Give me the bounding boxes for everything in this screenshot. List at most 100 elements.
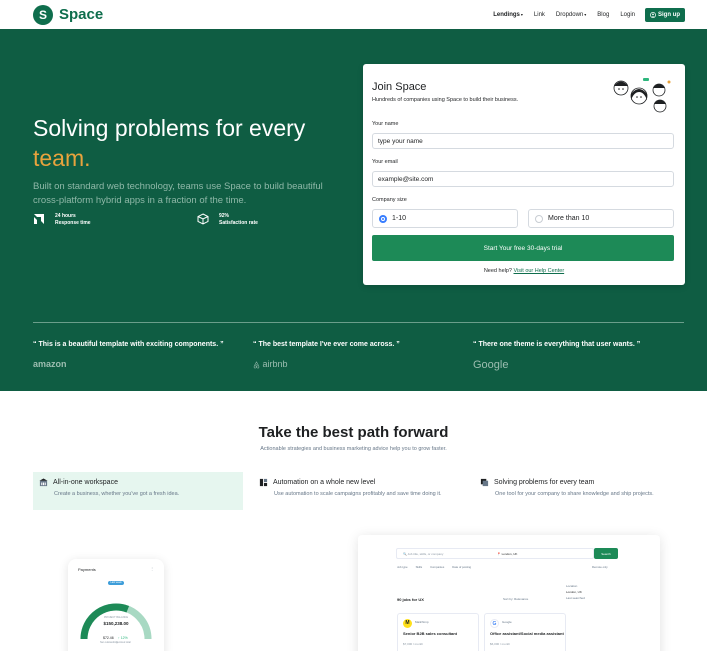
nav-link[interactable]: Link (534, 12, 545, 18)
stat-label: Satisfaction rate (219, 220, 258, 226)
job-salary: $6,000 / month (490, 642, 511, 646)
company-size-label: Company size (372, 197, 407, 203)
brand-logo[interactable]: S Space (33, 4, 104, 25)
signup-label: Sign up (658, 11, 680, 18)
stat-value: 92% (219, 213, 230, 219)
size-option-more-than-10[interactable]: More than 10 (528, 209, 674, 228)
feature-desc: One tool for your company to share knowl… (495, 491, 654, 497)
balance-amount: $150,238.00 (103, 621, 129, 626)
location-value: 📍 London, UK (497, 552, 518, 556)
search-button: Search (594, 548, 618, 559)
job-role: Senior B2B sales consultant (403, 631, 458, 636)
form-title: Join Space (372, 81, 427, 93)
signup-form-card: Join Space Hundreds of companies using S… (363, 64, 685, 285)
section-title: Take the best path forward (258, 424, 449, 441)
chevron-down-icon: ▾ (520, 11, 523, 17)
side-label: Last searched (566, 596, 585, 600)
filter-item: Skills (415, 565, 423, 569)
filter-item: Companies (430, 565, 445, 569)
email-label: Your email (372, 159, 398, 165)
testimonial-quote: “ There one theme is everything that use… (473, 341, 641, 348)
remote-toggle: Remote only (592, 565, 608, 569)
help-text: Need help? Visit our Help Center (483, 268, 565, 274)
signup-button[interactable]: Sign up (645, 7, 685, 22)
grid-icon (259, 478, 268, 487)
feature-title: Automation on a whole new level (273, 479, 376, 486)
stat-satisfaction: 92% Satisfaction rate (197, 213, 258, 227)
logo-mark: S (33, 4, 53, 25)
help-center-link[interactable]: Visit our Help Center (514, 268, 565, 274)
search-placeholder: 🔍 Job title, skills, or company (403, 552, 444, 556)
phone-stat-1-label: Net outstanding (100, 641, 118, 644)
job-salary: $7,000 / month (403, 642, 424, 646)
stat-value: 24 hours (55, 213, 76, 219)
company-name: Google (502, 620, 512, 624)
feature-desc: Use automation to scale campaigns profit… (274, 491, 442, 497)
google-logo: G (490, 619, 499, 628)
email-input[interactable] (372, 171, 674, 187)
nav-lendings[interactable]: Lendings▾ (493, 12, 523, 18)
main-nav: Lendings▾ Link Dropdown▾ Blog Login Sign… (482, 7, 685, 22)
feature-solving-problems[interactable]: Solving problems for every team One tool… (474, 472, 684, 510)
name-label: Your name (372, 121, 399, 127)
logo-text: Space (59, 6, 104, 23)
job-role: Office assistant/Social media assistant (490, 631, 564, 636)
testimonial-quote: “ This is a beautiful template with exci… (33, 341, 224, 348)
top-navbar: S Space Lendings▾ Link Dropdown▾ Blog Lo… (0, 0, 707, 29)
start-trial-button[interactable]: Start Your free 30-days trial (372, 235, 674, 261)
feature-title: All-in-one workspace (53, 479, 118, 486)
phone-stat-2-label: Invoiced total (116, 641, 131, 644)
filter-item: Job type (397, 565, 408, 569)
form-subtitle: Hundreds of companies using Space to bui… (372, 97, 519, 103)
airbnb-logo: airbnb (253, 359, 288, 369)
airbnb-icon (253, 360, 260, 369)
jobs-count: 90 jobs for UX (397, 597, 424, 602)
sort-select: Sort by: Relevance (503, 597, 529, 601)
size-option-label: More than 10 (548, 215, 590, 222)
desktop-mockup: 🔍 Job title, skills, or company 📍 London… (358, 535, 660, 651)
google-logo: Google (473, 359, 509, 371)
name-input[interactable] (372, 133, 674, 149)
phone-stat-1: $72.46 (103, 636, 114, 640)
nav-login[interactable]: Login (620, 12, 635, 18)
radio-icon (535, 214, 543, 223)
feature-title: Solving problems for every team (494, 479, 595, 486)
phone-mockup: Payments ⋮ Last week PROJECT BALANCE $15… (68, 559, 164, 651)
box-icon (197, 213, 209, 225)
section-subtitle: Actionable strategies and business marke… (260, 446, 447, 452)
stat-label: Response time (55, 220, 91, 226)
testimonial-quote: “ The best template I've ever come acros… (253, 341, 400, 348)
company-name: Mailchimp (415, 620, 429, 624)
filters-row: Job type Skills Companies Date of postin… (397, 565, 471, 569)
nav-blog[interactable]: Blog (597, 12, 609, 18)
feature-automation[interactable]: Automation on a whole new level Use auto… (253, 472, 463, 510)
hero-section: Solving problems for every team. Built o… (0, 29, 707, 391)
amd-arrow-icon (34, 214, 44, 224)
chevron-down-icon: ▾ (584, 11, 587, 17)
size-option-1-10[interactable]: 1-10 (372, 209, 518, 228)
phone-header: Payments (78, 567, 96, 572)
job-card: G Google Office assistant/Social media a… (484, 613, 566, 651)
size-option-label: 1-10 (392, 215, 407, 222)
user-circle-icon (650, 11, 656, 18)
hero-title-accent: team. (33, 145, 91, 171)
nav-dropdown[interactable]: Dropdown▾ (556, 12, 586, 18)
layers-icon (480, 478, 489, 487)
radio-selected-icon (379, 214, 387, 223)
mailchimp-logo: M (403, 619, 412, 628)
phone-badge: Last week (108, 581, 124, 585)
feature-desc: Create a business, whether you've got a … (54, 491, 180, 497)
hero-title: Solving problems for every team. (33, 115, 306, 171)
job-card: M Mailchimp Senior B2B sales consultant … (397, 613, 479, 651)
divider (33, 322, 684, 323)
sidebar-filters: Location London, UK Last searched (566, 583, 585, 601)
stat-response-time: 24 hours Response time (33, 213, 91, 227)
phone-stat-2: ↑ 12% (118, 636, 128, 640)
people-illustration (613, 78, 671, 113)
balance-label: PROJECT BALANCE (104, 616, 128, 619)
filter-item: Date of posting (452, 565, 472, 569)
building-icon (39, 478, 48, 487)
more-icon: ⋮ (150, 566, 154, 571)
hero-description: Built on standard web technology, teams … (33, 181, 323, 206)
feature-all-in-one[interactable]: All-in-one workspace Create a business, … (33, 472, 243, 510)
